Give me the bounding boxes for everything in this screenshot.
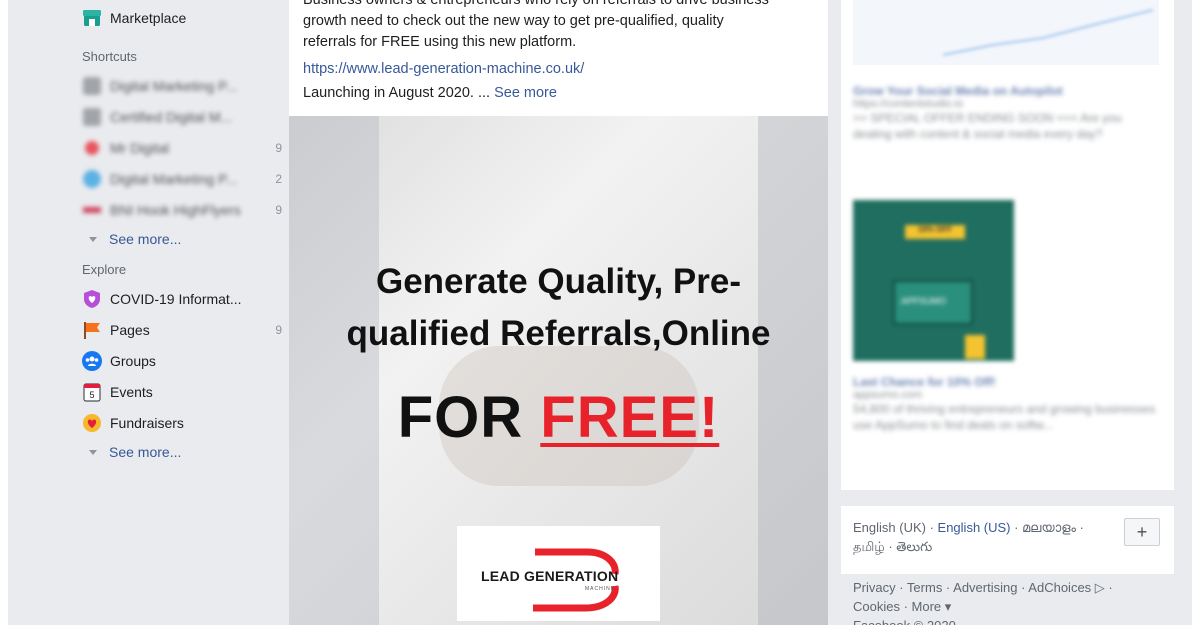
shortcut-item[interactable]: Digital Marketing P... xyxy=(82,70,282,101)
sidebar-item-label: Pages xyxy=(110,321,150,338)
explore-list: COVID-19 Informat... Pages 9 Groups 5 Ev… xyxy=(82,283,282,438)
ad-image[interactable]: 10% OFF APPSUMO xyxy=(853,200,1014,361)
ad-title: Grow Your Social Media on Autopilot xyxy=(853,84,1063,98)
sidebar-item-count: 9 xyxy=(275,322,282,337)
sidebar-item-covid[interactable]: COVID-19 Informat... xyxy=(82,283,282,314)
page-avatar-icon xyxy=(82,200,102,220)
lead-generation-logo: LEAD GENERATION MACHINE xyxy=(457,526,660,621)
shortcut-label: Digital Marketing P... xyxy=(110,170,238,187)
sidebar-item-pages[interactable]: Pages 9 xyxy=(82,314,282,345)
sidebar-item-label: COVID-19 Informat... xyxy=(110,290,242,307)
sidebar-item-label: Fundraisers xyxy=(110,414,184,431)
headline-line: Generate Quality, Pre- xyxy=(375,262,742,301)
background-shape xyxy=(289,116,379,625)
left-sidebar: Marketplace Shortcuts Digital Marketing … xyxy=(82,0,282,466)
shortcut-item[interactable]: Mr Digital 9 xyxy=(82,132,282,163)
marketplace-icon xyxy=(82,8,102,28)
copyright: Facebook © 2020 xyxy=(853,616,1173,625)
fundraiser-heart-icon xyxy=(82,413,102,433)
flag-icon xyxy=(82,320,102,340)
sidebar-item-marketplace[interactable]: Marketplace xyxy=(82,4,282,32)
see-more-post-link[interactable]: See more xyxy=(494,85,557,101)
ad-brand: APPSUMO xyxy=(901,296,947,306)
ad-2[interactable]: Last Chance for 10% Off! appsumo.com 54,… xyxy=(853,375,1158,433)
ad-title: Last Chance for 10% Off! xyxy=(853,375,996,389)
see-more-label: See more... xyxy=(109,231,182,247)
shortcut-count: 9 xyxy=(275,202,282,217)
sidebar-item-fundraisers[interactable]: Fundraisers xyxy=(82,407,282,438)
ad-1[interactable]: Grow Your Social Media on Autopilot http… xyxy=(853,84,1158,142)
shortcut-label: Mr Digital xyxy=(110,139,170,156)
lang-malayalam[interactable]: മലയാളം xyxy=(1022,520,1076,535)
lang-tamil[interactable]: தமிழ் xyxy=(853,539,885,554)
shortcut-label: Digital Marketing P... xyxy=(110,77,238,94)
calendar-icon: 5 xyxy=(82,382,102,402)
sidebar-item-label: Marketplace xyxy=(110,10,187,26)
language-card: English (UK) · English (US) · മലയാളം · த… xyxy=(841,506,1174,574)
lang-english-us[interactable]: English (US) xyxy=(938,520,1011,535)
ad-accent xyxy=(965,335,985,359)
free-text: FREE! xyxy=(540,385,720,450)
add-language-button[interactable]: + xyxy=(1124,518,1160,546)
caret-down-icon xyxy=(89,236,97,242)
shortcuts-list: Digital Marketing P... Certified Digital… xyxy=(82,70,282,225)
ad-description: 54,800 of thriving entrepreneurs and gro… xyxy=(853,402,1156,432)
see-more-label: See more... xyxy=(109,444,182,460)
ad-url: https://contentstudio.io xyxy=(853,98,964,110)
post-text-line: growth need to check out the new way to … xyxy=(303,13,724,29)
post-body: Business owners & entrepreneurs who rely… xyxy=(289,0,828,53)
shortcut-item[interactable]: BNI Hook HighFlyers 9 xyxy=(82,194,282,225)
ad-description: >> SPECIAL OFFER ENDING SOON <<< Are you… xyxy=(853,111,1122,141)
sidebar-item-groups[interactable]: Groups xyxy=(82,345,282,376)
shortcut-count: 2 xyxy=(275,171,282,186)
right-edge xyxy=(1192,0,1200,625)
page-avatar-icon xyxy=(82,107,102,127)
post-link[interactable]: https://www.lead-generation-machine.co.u… xyxy=(289,61,828,77)
caret-down-icon xyxy=(89,449,97,455)
logo-subtext: MACHINE xyxy=(585,586,616,592)
lang-telugu[interactable]: తెలుగు xyxy=(896,539,932,554)
covid-heart-icon xyxy=(82,289,102,309)
explore-header: Explore xyxy=(82,261,127,277)
background-shape xyxy=(758,116,828,625)
for-text: FOR xyxy=(397,385,524,450)
page-avatar-icon xyxy=(82,169,102,189)
ad-badge: 10% OFF xyxy=(905,225,965,239)
groups-icon xyxy=(82,350,102,371)
shortcut-count: 9 xyxy=(275,140,282,155)
sidebar-item-events[interactable]: 5 Events xyxy=(82,376,282,407)
launch-text: Launching in August 2020. ... xyxy=(303,85,491,101)
chart-line-icon xyxy=(942,9,1154,56)
footer-line[interactable]: Cookies · More ▾ xyxy=(853,597,1173,616)
shortcut-label: BNI Hook HighFlyers xyxy=(110,201,241,218)
post-launch-text: Launching in August 2020. ... See more xyxy=(289,85,828,101)
shortcut-item[interactable]: Certified Digital M... xyxy=(82,101,282,132)
page-avatar-icon xyxy=(82,138,102,158)
shortcut-item[interactable]: Digital Marketing P... 2 xyxy=(82,163,282,194)
ad-chart-thumbnail[interactable] xyxy=(853,0,1159,65)
image-headline: Generate Quality, Pre- qualified Referra… xyxy=(289,256,828,360)
lang-english-uk[interactable]: English (UK) xyxy=(853,520,926,535)
sidebar-item-label: Groups xyxy=(110,352,156,369)
footer-links: Privacy · Terms · Advertising · AdChoice… xyxy=(853,578,1173,625)
post-text-line: referrals for FREE using this new platfo… xyxy=(303,34,577,50)
shortcuts-header: Shortcuts xyxy=(82,48,137,64)
post-text-line: Business owners & entrepreneurs who rely… xyxy=(303,0,769,8)
shortcut-label: Certified Digital M... xyxy=(110,108,233,125)
sidebar-item-label: Events xyxy=(110,383,153,400)
sponsored-card: Grow Your Social Media on Autopilot http… xyxy=(841,0,1174,490)
headline-line: qualified Referrals,Online xyxy=(346,314,771,353)
see-more-explore-link[interactable]: See more... xyxy=(82,438,282,466)
feed-post: Business owners & entrepreneurs who rely… xyxy=(289,0,828,625)
page-avatar-icon xyxy=(82,76,102,96)
post-image[interactable]: Generate Quality, Pre- qualified Referra… xyxy=(289,116,828,625)
left-edge xyxy=(0,0,8,625)
svg-text:5: 5 xyxy=(89,390,94,400)
ad-url: appsumo.com xyxy=(853,389,923,401)
image-for-free: FOR FREE! xyxy=(289,384,828,451)
logo-text: LEAD GENERATION xyxy=(481,568,619,584)
footer-line[interactable]: Privacy · Terms · Advertising · AdChoice… xyxy=(853,578,1173,597)
see-more-shortcuts-link[interactable]: See more... xyxy=(82,225,282,253)
